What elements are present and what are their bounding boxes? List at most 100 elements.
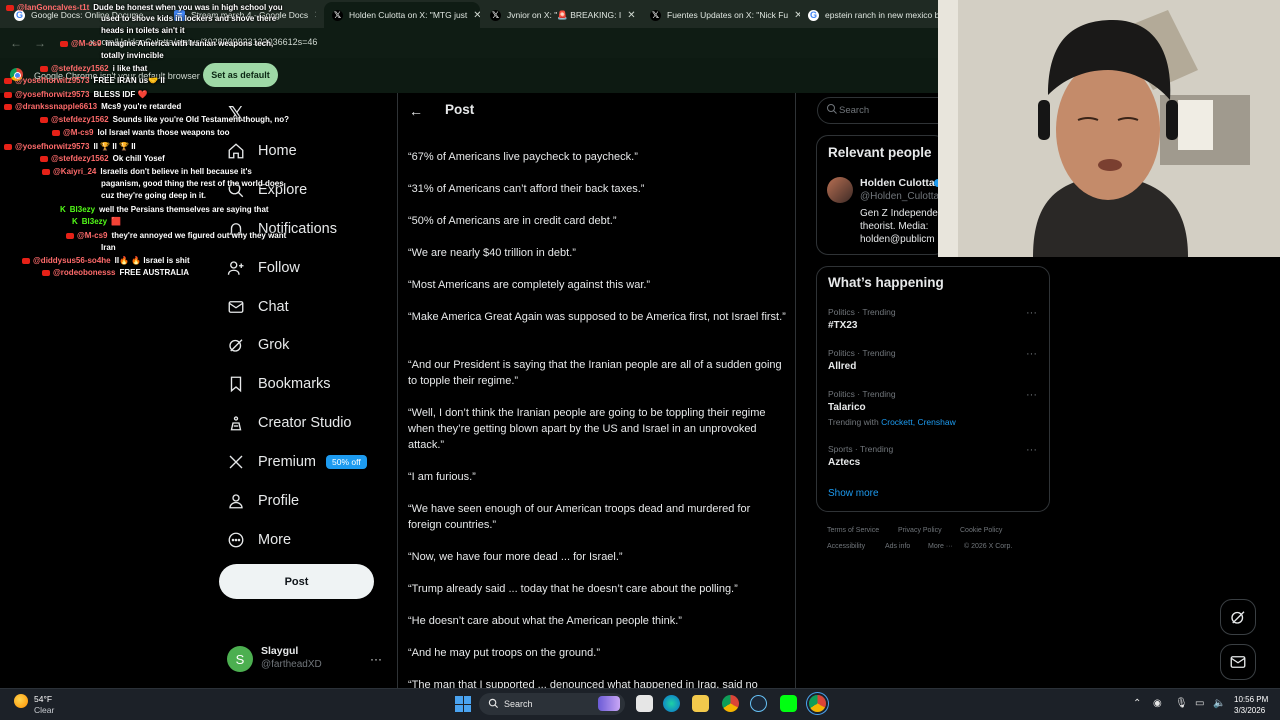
footer-link[interactable]: Privacy Policy <box>898 527 942 534</box>
chrome-active-icon[interactable] <box>809 695 826 712</box>
trend-name[interactable]: Talarico <box>828 402 866 413</box>
relevant-person-bio: Gen Z Independe <box>860 208 938 219</box>
copilot-icon[interactable] <box>598 696 620 711</box>
avatar[interactable]: S <box>227 646 253 672</box>
footer-link[interactable]: More ··· <box>928 543 953 550</box>
more-dots-icon[interactable]: ··· <box>1026 307 1037 319</box>
edge-icon[interactable] <box>663 695 680 712</box>
clock-time[interactable]: 10:56 PM <box>1234 695 1268 704</box>
chevron-up-icon[interactable]: ⌃ <box>1133 698 1141 709</box>
chat-message: heads in toilets ain't it <box>101 26 185 36</box>
account-handle: @fartheadXD <box>261 659 322 670</box>
chat-message: K Bl3ezy well the Persians themselves are … <box>60 205 269 215</box>
chat-message: totally invincible <box>101 51 164 61</box>
premium-badge: 50% off <box>326 455 367 469</box>
microphone-icon[interactable]: 🎙 <box>1175 698 1188 709</box>
trend-with-names[interactable]: Crockett, Crenshaw <box>881 417 956 427</box>
chat-text: FREE IRAN us🤝 II <box>93 76 165 85</box>
windows-start-icon[interactable] <box>455 696 471 712</box>
chat-text: Ok chill Yosef <box>112 154 165 163</box>
close-icon[interactable]: ✕ <box>621 10 635 21</box>
browser-tab[interactable]: G epstein ranch in new mexico bo <box>800 4 938 26</box>
clock-date[interactable]: 3/3/2026 <box>1234 706 1265 715</box>
grok-fab-button[interactable] <box>1220 599 1256 635</box>
footer-link[interactable]: Accessibility <box>827 543 865 550</box>
nav-item-more[interactable]: More <box>227 528 291 552</box>
trend-name[interactable]: Aztecs <box>828 457 860 468</box>
nav-item-chat[interactable]: Chat <box>227 295 289 319</box>
messages-fab-button[interactable] <box>1220 644 1256 680</box>
x-icon: 𝕏 <box>332 9 343 21</box>
google-icon: G <box>808 9 819 21</box>
browser-tab[interactable]: 𝕏 Fuentes Updates on X: "Nick Fu ✕ <box>642 4 800 26</box>
quote-line: “50% of Americans are in credit card deb… <box>408 215 617 227</box>
post-button[interactable]: Post <box>219 564 374 599</box>
youtube-icon <box>6 4 14 11</box>
search-icon <box>827 104 837 114</box>
youtube-icon <box>66 232 74 239</box>
stream-chat-overlay: @IanGoncalves-t1t Dude be honest when you… <box>0 0 300 290</box>
nav-item-premium[interactable]: Premium 50% off <box>227 450 367 474</box>
search-input[interactable] <box>817 97 957 124</box>
person-icon <box>227 492 245 510</box>
avatar[interactable] <box>827 177 853 203</box>
chat-text: lol Israel wants those weapons too <box>97 128 230 137</box>
chat-text: well the Persians themselves are saying … <box>99 205 269 214</box>
close-icon[interactable]: ✕ <box>308 10 316 21</box>
speaker-icon[interactable]: 🔈 <box>1213 698 1225 709</box>
show-more-link[interactable]: Show more <box>828 488 879 499</box>
quote-line: “67% of Americans live paycheck to paych… <box>408 151 638 163</box>
app-icon[interactable] <box>780 695 797 712</box>
network-icon[interactable]: ◉ <box>1153 698 1162 709</box>
footer-link[interactable]: Cookie Policy <box>960 527 1002 534</box>
file-explorer-icon[interactable] <box>692 695 709 712</box>
weather-temp[interactable]: 54°F <box>34 694 52 704</box>
account-name[interactable]: Slaygul <box>261 645 298 657</box>
close-icon[interactable]: ✕ <box>788 10 800 21</box>
trend-name[interactable]: Allred <box>828 361 856 372</box>
nav-item-profile[interactable]: Profile <box>227 489 299 513</box>
nav-item-bookmarks[interactable]: Bookmarks <box>227 372 331 396</box>
chat-message: @drankssnapple6613 Mcs9 you're retarded <box>4 102 181 112</box>
chat-message: @diddysus56-so4he II🔥 🔥 Israel is shit <box>22 256 190 266</box>
chat-text: cuz they're going deep in it. <box>101 191 207 200</box>
youtube-icon <box>52 129 60 136</box>
nav-item-grok[interactable]: Grok <box>227 333 289 357</box>
bookmark-icon <box>227 375 245 393</box>
quote-line: “Most Americans are completely against t… <box>408 279 651 291</box>
chat-message: @Kaiyri_24 Israelis don't believe in hell… <box>42 167 252 177</box>
webcam-overlay <box>938 0 1280 257</box>
steam-icon[interactable] <box>750 695 767 712</box>
trend-meta: Politics · Trending <box>828 307 896 317</box>
chat-username: @stefdezy1562 <box>51 64 109 73</box>
chat-text: Sounds like you're Old Testament though,… <box>112 115 290 124</box>
footer-link[interactable]: Terms of Service <box>827 527 879 534</box>
trend-with-label: Trending with <box>828 417 879 427</box>
close-icon[interactable]: ✕ <box>467 10 480 21</box>
chat-username: Bl3ezy <box>81 217 108 226</box>
relevant-person-name[interactable]: Holden Culotta <box>860 177 935 189</box>
footer-link[interactable]: Ads info <box>885 543 910 550</box>
quote-line: “Trump already said ... today that he do… <box>408 583 738 595</box>
browser-tab[interactable]: 𝕏 Jvnior on X: "🚨 BREAKING: I ✕ <box>482 4 640 26</box>
more-dots-icon[interactable]: ··· <box>1026 348 1037 360</box>
quote-line: “Well, I don’t think the Iranian people … <box>408 407 766 451</box>
trend-name[interactable]: #TX23 <box>828 320 857 331</box>
chat-username: @Kaiyri_24 <box>53 167 97 176</box>
more-dots-icon[interactable]: ··· <box>1026 444 1037 456</box>
page-title: Post <box>445 102 475 117</box>
chat-text: Israelis don't believe in hell because i… <box>100 167 252 176</box>
quote-line: “And he may put troops on the ground.” <box>408 647 601 659</box>
task-view-icon[interactable] <box>636 695 653 712</box>
back-arrow-icon[interactable]: ← <box>409 103 423 119</box>
relevant-people-title: Relevant people <box>828 145 932 160</box>
nav-item-creator-studio[interactable]: Creator Studio <box>227 411 352 435</box>
chat-message: @M-cs9 they're annoyed we figured out why… <box>66 231 286 241</box>
display-icon[interactable]: ▭ <box>1195 698 1204 709</box>
chat-username: @diddysus56-so4he <box>33 256 111 265</box>
more-dots-icon[interactable]: ··· <box>370 652 382 666</box>
chrome-icon[interactable] <box>722 695 739 712</box>
chat-message: @yosefhorwitz9573 BLESS IDF ❤️ <box>4 90 147 100</box>
more-dots-icon[interactable]: ··· <box>1026 389 1037 401</box>
browser-tab-active[interactable]: 𝕏 Holden Culotta on X: "MTG just ✕ <box>324 2 480 28</box>
